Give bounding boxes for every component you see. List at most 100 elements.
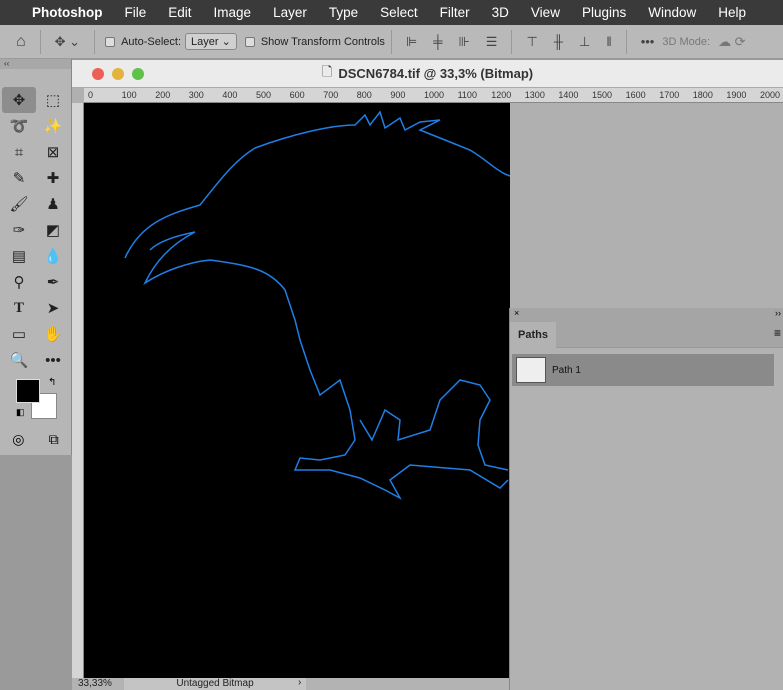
crow-path-outline [124, 110, 510, 500]
path-thumbnail [516, 357, 546, 383]
vertical-ruler [72, 103, 84, 678]
foreground-color[interactable] [16, 379, 40, 403]
menu-select[interactable]: Select [380, 5, 418, 20]
pen-tool-icon[interactable]: ✒ [36, 269, 70, 295]
minimize-button[interactable] [112, 68, 124, 80]
3d-mode-label: 3D Mode: [662, 35, 711, 48]
canvas[interactable] [84, 103, 510, 678]
healing-brush-icon[interactable]: ✚ [36, 165, 70, 191]
menu-window[interactable]: Window [648, 5, 696, 20]
path-list-item[interactable]: Path 1 [512, 354, 774, 386]
crop-tool-icon[interactable]: ⌗ [2, 139, 36, 165]
marquee-tool-icon[interactable]: ⬚ [36, 87, 70, 113]
path-select-icon[interactable]: ➤ [36, 295, 70, 321]
zoom-button[interactable] [132, 68, 144, 80]
status-menu-arrow-icon[interactable]: › [298, 677, 301, 688]
ruler-tick-label: 0 [88, 90, 94, 100]
ruler-tick-label: 300 [188, 90, 204, 100]
magic-wand-icon[interactable]: ✨ [36, 113, 70, 139]
ruler-tick-label: 1000 [424, 90, 445, 100]
ruler-tick-label: 1600 [625, 90, 646, 100]
document-icon: 🗋 [321, 63, 333, 79]
align-top-icon[interactable]: ⊤ [526, 34, 537, 50]
stamp-tool-icon[interactable]: ♟ [36, 191, 70, 217]
more-icon[interactable]: ••• [641, 34, 655, 49]
gradient-tool-icon[interactable]: ▤ [2, 243, 36, 269]
ruler-tick-label: 1200 [491, 90, 512, 100]
more-tools-icon[interactable]: ••• [36, 347, 70, 373]
ruler-tick-label: 1100 [457, 90, 477, 100]
screen-mode-icon[interactable]: ⧉ [49, 431, 59, 448]
move-tool-icon[interactable]: ✥ ⌄ [55, 34, 80, 50]
default-colors-icon[interactable]: ◧ [16, 407, 25, 418]
eyedropper-icon[interactable]: ✎ [2, 165, 36, 191]
menu-plugins[interactable]: Plugins [582, 5, 626, 20]
history-brush-icon[interactable]: ✑ [2, 217, 36, 243]
align-left-icon[interactable]: ⊫ [406, 34, 417, 50]
zoom-tool-icon[interactable]: 🔍 [2, 347, 36, 373]
menu-bar: Photoshop File Edit Image Layer Type Sel… [0, 0, 783, 25]
blur-tool-icon[interactable]: 💧 [36, 243, 70, 269]
brush-tool-icon[interactable]: 🖌 [2, 191, 36, 217]
home-icon[interactable]: ⌂ [16, 33, 26, 51]
panel-close-icon[interactable]: × [514, 308, 519, 318]
type-tool-icon[interactable]: T [2, 295, 36, 321]
ruler-tick-label: 900 [390, 90, 406, 100]
ruler-tick-label: 1500 [592, 90, 613, 100]
paths-panel: × ›› Paths ≡ Path 1 [509, 308, 783, 690]
document-profile: Untagged Bitmap [124, 678, 306, 690]
dodge-tool-icon[interactable]: ⚲ [2, 269, 36, 295]
menu-layer[interactable]: Layer [273, 5, 307, 20]
distribute-icon[interactable]: ☰ [486, 34, 498, 50]
menu-help[interactable]: Help [718, 5, 746, 20]
horizontal-ruler: 0 100 200 300 400 500 600 700 800 900 1000 1100 1200… [84, 88, 783, 103]
panel-collapse-icon[interactable]: ›› [775, 308, 781, 318]
ruler-tick-label: 1800 [692, 90, 713, 100]
3d-orbit-icon[interactable]: ☁ ⟳ [718, 34, 746, 50]
distribute-vertical-icon[interactable]: ‖ [606, 34, 611, 49]
menu-view[interactable]: View [531, 5, 560, 20]
tools-panel: ‹‹ ✥ ⬚ ➰ ✨ ⌗ ⊠ ✎ ✚ 🖌 ♟ ✑ ◩ ▤ 💧 ⚲ ✒ T ➤ ▭… [0, 59, 72, 455]
frame-tool-icon[interactable]: ⊠ [36, 139, 70, 165]
ruler-tick-label: 500 [256, 90, 272, 100]
menu-app[interactable]: Photoshop [32, 5, 103, 20]
swap-colors-icon[interactable]: ↰ [48, 377, 56, 388]
align-bottom-icon[interactable]: ⊥ [579, 34, 590, 50]
tab-paths[interactable]: Paths [510, 322, 556, 348]
move-tool-icon[interactable]: ✥ [2, 87, 36, 113]
menu-image[interactable]: Image [214, 5, 252, 20]
collapse-icon[interactable]: ‹‹ [0, 59, 71, 69]
lasso-tool-icon[interactable]: ➰ [2, 113, 36, 139]
ruler-tick-label: 1900 [726, 90, 747, 100]
menu-file[interactable]: File [125, 5, 147, 20]
document-title: DSCN6784.tif @ 33,3% (Bitmap) [338, 66, 534, 81]
zoom-level[interactable]: 33,33% [78, 678, 112, 689]
eraser-icon[interactable]: ◩ [36, 217, 70, 243]
rectangle-tool-icon[interactable]: ▭ [2, 321, 36, 347]
panel-menu-icon[interactable]: ≡ [774, 326, 781, 340]
ruler-tick-label: 1400 [558, 90, 579, 100]
align-center-icon[interactable]: ╪ [433, 34, 442, 49]
transform-controls-checkbox[interactable] [244, 36, 255, 47]
ruler-tick-label: 1300 [524, 90, 545, 100]
menu-filter[interactable]: Filter [440, 5, 470, 20]
auto-select-value: Layer [191, 36, 219, 48]
auto-select-dropdown[interactable]: Layer ⌄ [185, 33, 237, 50]
close-button[interactable] [92, 68, 104, 80]
align-right-icon[interactable]: ⊪ [458, 34, 469, 50]
ruler-tick-label: 800 [356, 90, 372, 100]
auto-select-checkbox[interactable] [105, 36, 116, 47]
quick-mask-icon[interactable]: ◎ [12, 431, 24, 448]
hand-tool-icon[interactable]: ✋ [36, 321, 70, 347]
ruler-tick-label: 700 [323, 90, 339, 100]
ruler-tick-label: 100 [121, 90, 137, 100]
menu-edit[interactable]: Edit [168, 5, 191, 20]
menu-type[interactable]: Type [329, 5, 358, 20]
auto-select-label: Auto-Select: [121, 35, 181, 48]
options-bar: ⌂ ✥ ⌄ Auto-Select: Layer ⌄ Show Transfor… [0, 25, 783, 59]
menu-3d[interactable]: 3D [492, 5, 509, 20]
ruler-tick-label: 400 [222, 90, 238, 100]
transform-controls-label: Show Transform Controls [260, 35, 385, 48]
align-middle-icon[interactable]: ╫ [554, 34, 563, 49]
document-titlebar: 🗋 DSCN6784.tif @ 33,3% (Bitmap) [72, 60, 783, 88]
